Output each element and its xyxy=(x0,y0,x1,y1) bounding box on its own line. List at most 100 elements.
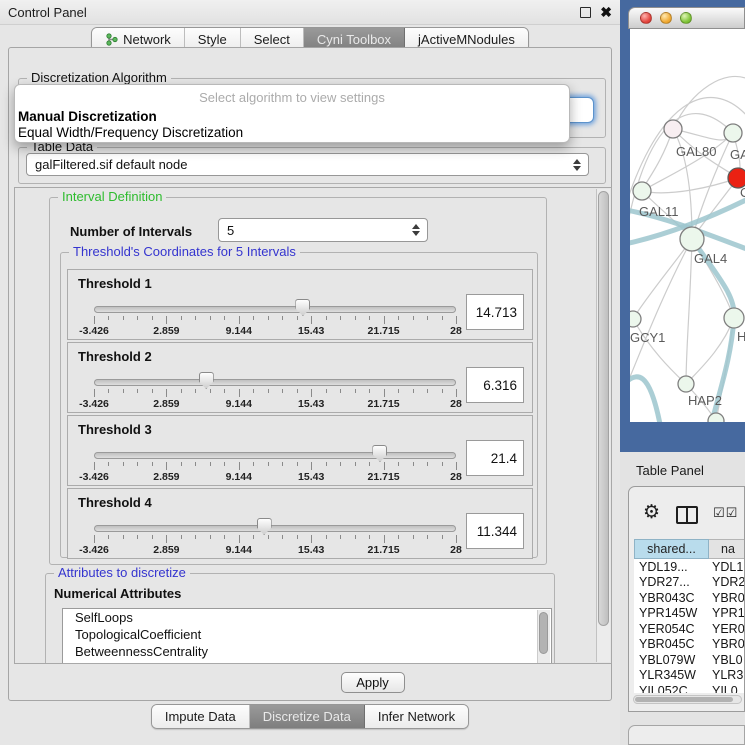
tab-label: Network xyxy=(123,32,171,47)
cell-shared-name: YIL052C xyxy=(634,684,709,693)
tab-label: Cyni Toolbox xyxy=(317,32,391,47)
table-row[interactable]: YBR045CYBR0 xyxy=(634,637,745,653)
threshold-value-field[interactable]: 6.316 xyxy=(466,367,524,403)
split-columns-icon[interactable] xyxy=(676,506,698,524)
attribute-item[interactable]: TopologicalCoefficient xyxy=(63,626,551,643)
attribute-item[interactable]: BetweennessCentrality xyxy=(63,643,551,660)
number-of-intervals-spinner[interactable]: 5 xyxy=(218,218,428,242)
cell-name: YER0 xyxy=(709,622,745,636)
table-row[interactable]: YDL19...YDL1 xyxy=(634,559,745,575)
threshold-slider-track[interactable] xyxy=(94,379,456,386)
apply-button[interactable]: Apply xyxy=(341,672,405,693)
network-node-label: GA xyxy=(730,147,745,162)
slider-ticks xyxy=(94,316,456,325)
network-canvas[interactable]: GAL80GACGAL11GAL4GCY1HHAP2 xyxy=(630,29,745,422)
table-row[interactable]: YBR043CYBR0 xyxy=(634,590,745,606)
attributes-scrollbar[interactable] xyxy=(537,610,550,664)
number-of-intervals-label: Number of Intervals xyxy=(70,224,192,239)
network-node-label: HAP2 xyxy=(688,393,722,408)
network-node[interactable] xyxy=(633,182,651,200)
table-horizontal-scrollbar[interactable] xyxy=(633,695,742,704)
network-edge xyxy=(686,239,692,384)
network-edge xyxy=(673,76,745,129)
slider-tick-labels: -3.4262.8599.14415.4321.71528 xyxy=(94,398,456,410)
threshold-slider-thumb[interactable] xyxy=(372,445,387,462)
table-panel-title: Table Panel xyxy=(636,463,704,478)
network-node[interactable] xyxy=(708,413,724,422)
attribute-item[interactable]: SelfLoops xyxy=(63,609,551,626)
network-window-titlebar[interactable] xyxy=(628,7,745,29)
zoom-traffic-light-icon[interactable] xyxy=(680,12,692,24)
number-of-intervals-value: 5 xyxy=(227,223,234,238)
network-node[interactable] xyxy=(724,308,744,328)
spinner-arrows-icon xyxy=(412,224,420,236)
table-row[interactable]: YDR27...YDR2 xyxy=(634,575,745,591)
threshold-row: Threshold 1-3.4262.8599.14415.4321.71528… xyxy=(67,269,533,340)
table-rows: YDL19...YDL1YDR27...YDR2YBR043CYBR0YPR14… xyxy=(634,559,745,693)
cell-shared-name: YPR145W xyxy=(634,606,709,620)
threshold-slider-thumb[interactable] xyxy=(257,518,272,535)
threshold-slider-thumb[interactable] xyxy=(295,299,310,316)
network-icon xyxy=(105,33,118,46)
thresholds-group: Threshold's Coordinates for 5 Intervals … xyxy=(60,252,538,558)
algorithm-option[interactable]: Equal Width/Frequency Discretization xyxy=(15,125,569,141)
algorithm-option-list: Manual DiscretizationEqual Width/Frequen… xyxy=(15,109,569,141)
threshold-label: Threshold 4 xyxy=(78,495,152,510)
settings-vertical-scrollbar[interactable] xyxy=(596,189,610,662)
cell-name: YBL0 xyxy=(709,653,745,667)
threshold-value-field[interactable]: 14.713 xyxy=(466,294,524,330)
tab-discretize-data[interactable]: Discretize Data xyxy=(250,705,365,728)
slider-ticks xyxy=(94,389,456,398)
network-edge xyxy=(642,178,738,193)
table-row[interactable]: YIL052CYIL0 xyxy=(634,683,745,693)
slider-tick-labels: -3.4262.8599.14415.4321.71528 xyxy=(94,544,456,556)
threshold-row: Threshold 3-3.4262.8599.14415.4321.71528… xyxy=(67,415,533,486)
table-row[interactable]: YER054CYER0 xyxy=(634,621,745,637)
threshold-slider-track[interactable] xyxy=(94,306,456,313)
network-node-label: GAL11 xyxy=(639,204,679,219)
table-header-shared-name[interactable]: shared... xyxy=(634,539,709,559)
tab-infer-network[interactable]: Infer Network xyxy=(365,705,468,728)
threshold-slider-track[interactable] xyxy=(94,452,456,459)
table-header-name[interactable]: na xyxy=(709,539,745,559)
threshold-value-field[interactable]: 11.344 xyxy=(466,513,524,549)
algorithm-placeholder: Select algorithm to view settings xyxy=(15,85,569,109)
network-edge xyxy=(633,239,692,319)
table-row[interactable]: YPR145WYPR1 xyxy=(634,606,745,622)
gear-icon[interactable]: ⚙ xyxy=(643,503,660,522)
network-graph: GAL80GACGAL11GAL4GCY1HHAP2 xyxy=(630,29,745,422)
checkboxes-icon[interactable]: ☑☑ xyxy=(713,506,738,521)
close-icon[interactable]: ✖ xyxy=(600,5,612,19)
tab-label: Impute Data xyxy=(165,709,236,724)
attributes-group: Attributes to discretize Numerical Attri… xyxy=(45,573,555,664)
table-data-combobox-value: galFiltered.sif default node xyxy=(35,157,187,172)
network-node[interactable] xyxy=(724,124,742,142)
minimize-traffic-light-icon[interactable] xyxy=(660,12,672,24)
close-traffic-light-icon[interactable] xyxy=(640,12,652,24)
numerical-attributes-list[interactable]: SelfLoopsTopologicalCoefficientBetweenne… xyxy=(62,608,552,664)
tab-impute-data[interactable]: Impute Data xyxy=(152,705,250,728)
threshold-slider-track[interactable] xyxy=(94,525,456,532)
app-root: Control Panel ✖ NetworkStyleSelectCyni T… xyxy=(0,0,745,745)
slider-ticks xyxy=(94,462,456,471)
network-node-label: C xyxy=(740,185,745,200)
cell-name: YBR0 xyxy=(709,591,745,605)
table-row[interactable]: YLR345WYLR3 xyxy=(634,668,745,684)
network-node-label: GAL80 xyxy=(676,144,716,159)
table-row[interactable]: YBL079WYBL0 xyxy=(634,652,745,668)
attributes-group-label: Attributes to discretize xyxy=(54,565,190,580)
tab-label: Discretize Data xyxy=(263,709,351,724)
thresholds-group-label: Threshold's Coordinates for 5 Intervals xyxy=(69,244,300,259)
algorithm-option[interactable]: Manual Discretization xyxy=(15,109,569,125)
table-data-combobox[interactable]: galFiltered.sif default node xyxy=(26,153,589,176)
network-node[interactable] xyxy=(678,376,694,392)
cell-name: YIL0 xyxy=(709,684,745,693)
numerical-attributes-label: Numerical Attributes xyxy=(54,586,181,601)
network-node[interactable] xyxy=(664,120,682,138)
float-icon[interactable] xyxy=(580,7,591,18)
tab-label: Style xyxy=(198,32,227,47)
network-node[interactable] xyxy=(630,311,641,327)
threshold-slider-thumb[interactable] xyxy=(199,372,214,389)
threshold-value-field[interactable]: 21.4 xyxy=(466,440,524,476)
network-node[interactable] xyxy=(680,227,704,251)
